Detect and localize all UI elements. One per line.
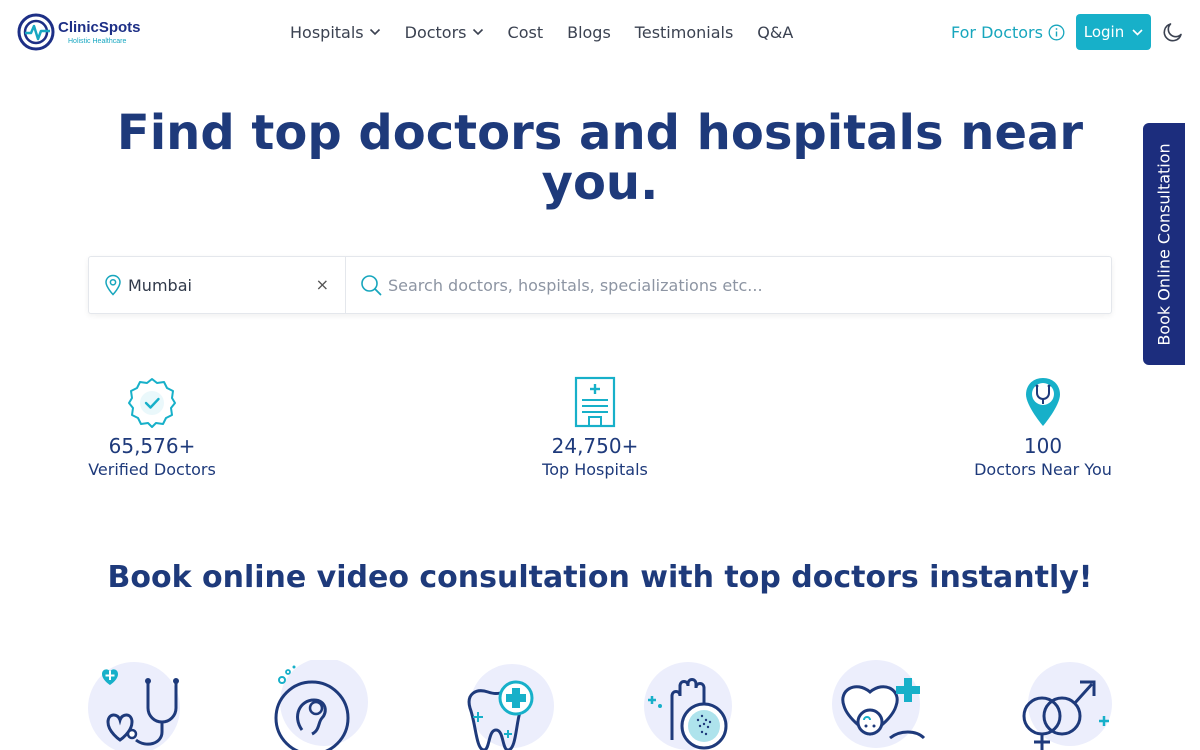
specialty-dermatology[interactable]: [644, 660, 744, 750]
chevron-down-icon: [1132, 28, 1143, 36]
search-bar: Mumbai ×: [88, 256, 1112, 314]
nav-testimonials[interactable]: Testimonials: [635, 23, 734, 42]
stat-label: Top Hospitals: [542, 460, 648, 479]
stat-label: Verified Doctors: [88, 460, 216, 479]
stat-value: 100: [1023, 434, 1063, 458]
brand-logo[interactable]: ClinicSpots Holistic Healthcare: [16, 12, 146, 52]
login-label: Login: [1083, 23, 1125, 41]
main-nav: Hospitals Doctors Cost Blogs Testimonial…: [290, 20, 817, 44]
pediatrics-baby-icon: [832, 660, 926, 748]
specialty-sexology[interactable]: [1016, 660, 1116, 750]
specialty-dental[interactable]: [458, 660, 558, 750]
dental-tooth-icon: [467, 664, 554, 750]
specialty-list: [86, 658, 1116, 750]
nav-blogs[interactable]: Blogs: [567, 23, 611, 42]
site-header: ClinicSpots Holistic Healthcare Hospital…: [0, 0, 1200, 64]
nav-label: Blogs: [567, 22, 611, 42]
brand-tagline: Holistic Healthcare: [68, 37, 127, 45]
chevron-down-icon: [472, 28, 483, 36]
side-tab-label: Book Online Consultation: [1154, 142, 1174, 346]
specialty-pediatrics[interactable]: [830, 660, 930, 750]
search-input[interactable]: [388, 275, 1088, 295]
nav-label: Q&A: [757, 22, 794, 42]
clinicspots-logo-icon: [17, 13, 55, 51]
stat-label: Doctors Near You: [974, 460, 1112, 479]
location-value: Mumbai: [128, 275, 192, 295]
clear-location-button[interactable]: ×: [316, 277, 329, 293]
for-doctors-label: For Doctors: [951, 22, 1043, 42]
for-doctors-link[interactable]: For Doctors: [951, 20, 1065, 44]
verified-badge-icon: [128, 378, 176, 428]
stethoscope-pin-icon: [1026, 378, 1060, 426]
login-button[interactable]: Login: [1076, 14, 1151, 50]
location-pin-icon: [105, 274, 121, 296]
dark-mode-moon-icon[interactable]: [1161, 20, 1185, 44]
search-icon: [361, 275, 382, 296]
search-field: [346, 257, 1111, 313]
stat-value: 24,750+: [551, 434, 639, 458]
hero-title: Find top doctors and hospitals near you.: [116, 105, 1084, 211]
nav-hospitals[interactable]: Hospitals: [290, 23, 381, 42]
nav-label: Hospitals: [290, 22, 364, 42]
hospital-building-icon: [574, 376, 616, 428]
stat-value: 65,576+: [108, 434, 196, 458]
info-icon: [1048, 24, 1065, 40]
brand-name: ClinicSpots: [58, 18, 141, 36]
cardiology-stethoscope-icon: [88, 662, 180, 750]
stat-top-hospitals: 24,750+ Top Hospitals: [540, 376, 650, 480]
dermatology-magnifier-icon: [644, 662, 732, 750]
nav-label: Cost: [507, 22, 544, 42]
location-selector[interactable]: Mumbai ×: [89, 257, 346, 313]
nav-cost[interactable]: Cost: [508, 23, 544, 42]
stat-verified-doctors: 65,576+ Verified Doctors: [88, 376, 216, 480]
nav-qa[interactable]: Q&A: [757, 23, 793, 42]
sexology-gender-icon: [1022, 662, 1112, 750]
stat-doctors-near-you: 100 Doctors Near You: [973, 376, 1113, 480]
consultation-section-title: Book online video consultation with top …: [107, 560, 1093, 595]
nav-label: Doctors: [404, 22, 467, 42]
nav-doctors[interactable]: Doctors: [405, 23, 484, 42]
chevron-down-icon: [369, 28, 380, 36]
pregnancy-fetus-icon: [274, 658, 368, 750]
nav-label: Testimonials: [634, 22, 734, 42]
book-online-consultation-tab[interactable]: Book Online Consultation: [1143, 123, 1185, 365]
specialty-pregnancy[interactable]: [272, 658, 372, 750]
specialty-cardiology[interactable]: [86, 660, 186, 750]
